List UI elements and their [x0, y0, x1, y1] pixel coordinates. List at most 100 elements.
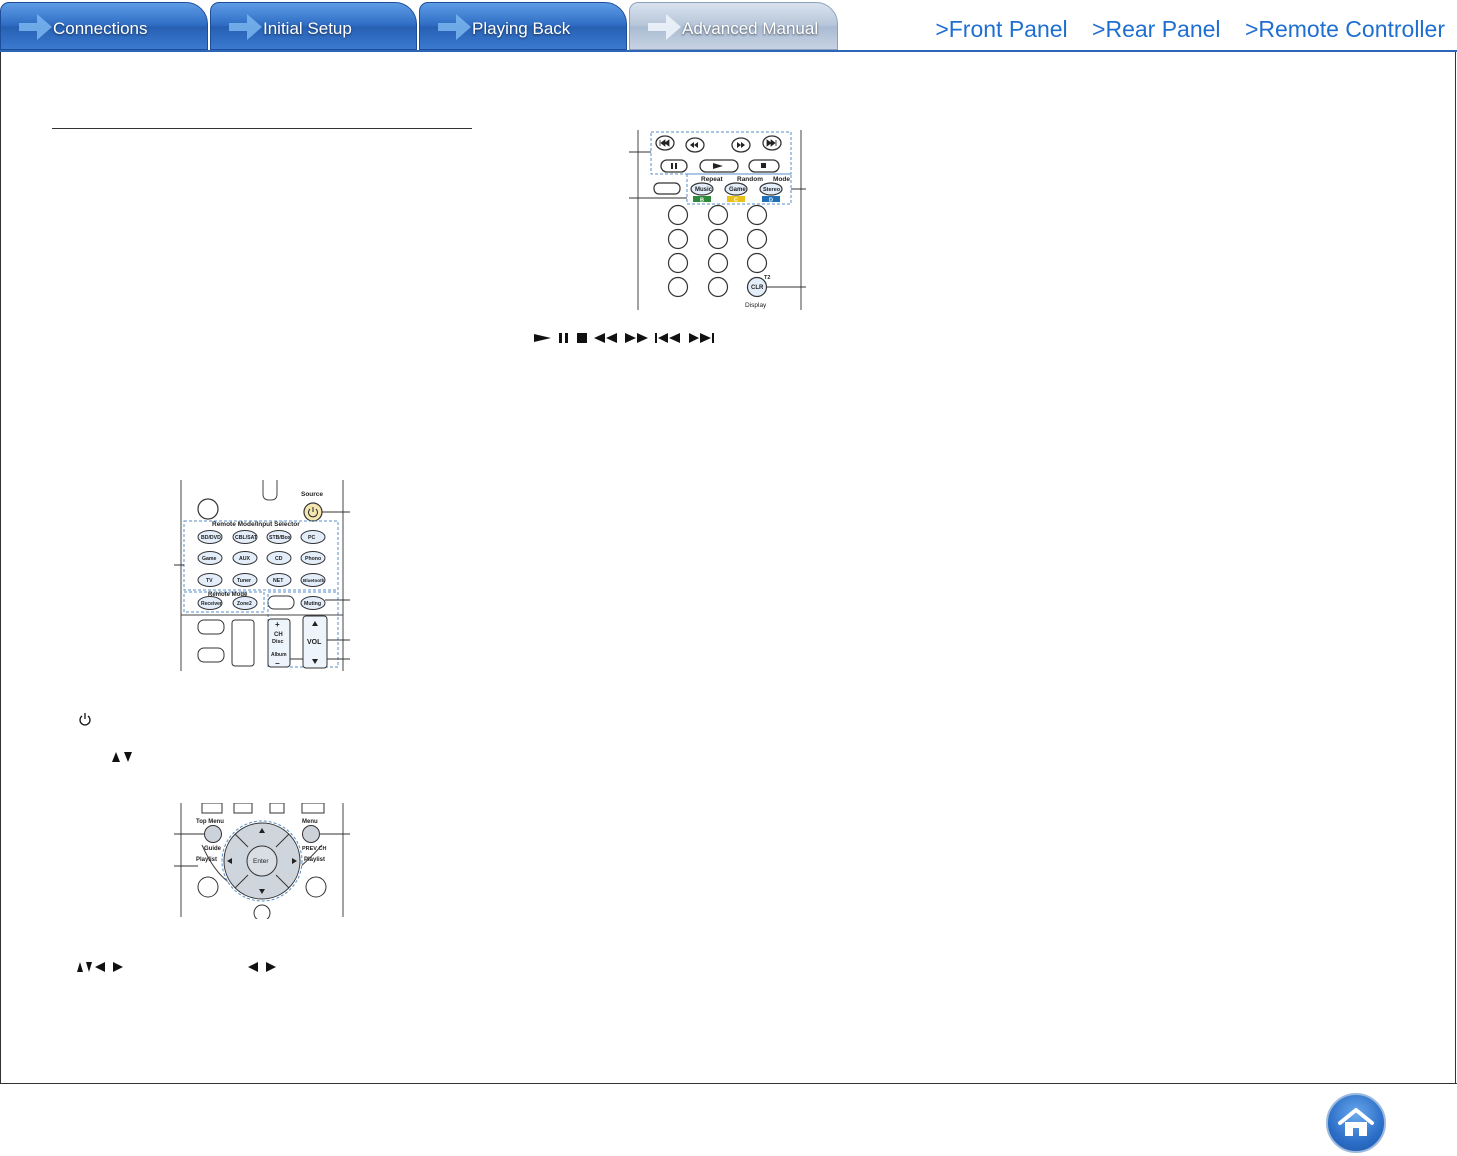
front-panel-link[interactable]: >Front Panel [935, 16, 1067, 42]
svg-text:Disc: Disc [272, 639, 284, 645]
tuner-button[interactable]: Tuner [232, 573, 258, 587]
svg-text:CLR: CLR [751, 285, 764, 291]
receiver-button[interactable]: Receiver [197, 596, 223, 610]
round-button[interactable] [305, 876, 327, 898]
top-menu-button[interactable] [204, 825, 222, 843]
menu-button[interactable] [302, 825, 320, 843]
home-button[interactable] [1326, 1093, 1386, 1153]
svg-text:VOL: VOL [307, 639, 322, 646]
heading-underline [52, 128, 472, 129]
clr-button[interactable]: CLR [746, 276, 768, 298]
blank-button[interactable] [197, 647, 225, 663]
svg-text:Music: Music [695, 187, 713, 193]
arrow-right-icon [648, 14, 681, 40]
menu-label: Menu [302, 819, 318, 825]
cbl-sat-button[interactable]: CBL/SAT [232, 530, 258, 544]
blank-button[interactable] [197, 619, 225, 635]
tab-playing-back[interactable]: Playing Back [419, 2, 627, 50]
remote-controller-link[interactable]: >Remote Controller [1245, 16, 1445, 42]
svg-text:Muting: Muting [304, 601, 321, 607]
pause-icon [559, 333, 568, 343]
svg-text:Zone2: Zone2 [237, 601, 252, 607]
svg-text:PC: PC [308, 535, 315, 541]
tab-initial-setup[interactable]: Initial Setup [210, 2, 417, 50]
arrow-keys-icon [77, 962, 123, 972]
enter-button[interactable]: Enter [246, 845, 278, 877]
aux-button[interactable]: AUX [232, 551, 258, 565]
svg-text:STB/Box: STB/Box [269, 535, 291, 541]
skip-back-button[interactable] [655, 135, 675, 151]
zone2-button[interactable]: Zone2 [232, 596, 258, 610]
panel-links: >Front Panel >Rear Panel >Remote Control… [917, 16, 1445, 43]
game-button[interactable]: Game [724, 182, 748, 196]
stereo-button[interactable]: Stereo [759, 182, 783, 196]
pause-button[interactable] [660, 159, 688, 173]
selector-title: Remote Mode/Input Selector [212, 521, 300, 528]
game-input-button[interactable]: Game [197, 551, 223, 565]
svg-text:−: − [275, 659, 280, 668]
net-button[interactable]: NET [266, 573, 292, 587]
stop-button[interactable] [748, 159, 780, 173]
pc-button[interactable]: PC [300, 530, 326, 544]
playlist-right-label: Playlist [304, 857, 325, 863]
arrow-right-icon [19, 14, 52, 40]
stop-icon [577, 333, 587, 343]
round-button[interactable] [253, 904, 271, 919]
skip-back-icon [655, 333, 680, 343]
fast-forward-button[interactable] [731, 137, 751, 153]
bluetooth-button[interactable]: Bluetooth [300, 573, 326, 587]
rewind-icon [594, 333, 617, 343]
t2-label: T2 [764, 275, 770, 281]
ch-disc-album-rocker[interactable]: + CH Disc Album − [267, 618, 291, 668]
svg-text:+: + [275, 620, 280, 629]
volume-rocker[interactable]: VOL [302, 615, 328, 669]
power-icon [79, 713, 91, 726]
tab-underline [0, 50, 1457, 52]
skip-forward-icon [689, 333, 714, 343]
transport-symbols [533, 332, 717, 344]
svg-text:Stereo: Stereo [763, 187, 781, 193]
svg-text:CBL/SAT: CBL/SAT [235, 535, 258, 541]
random-label: Random [737, 176, 763, 183]
up-down-arrows-icon [112, 752, 132, 762]
tab-label: Playing Back [472, 19, 571, 38]
stb-box-button[interactable]: STB/Box [266, 530, 292, 544]
remote-navigation-figure: Top Menu Guide Playlist Enter Menu PREV … [172, 803, 352, 919]
arrow-right-icon [438, 14, 471, 40]
cd-button[interactable]: CD [266, 551, 292, 565]
left-right-arrows-icon [248, 962, 276, 972]
skip-forward-button[interactable] [762, 135, 782, 151]
round-button[interactable] [197, 498, 219, 520]
svg-text:Tuner: Tuner [237, 578, 251, 584]
rewind-button[interactable] [685, 137, 705, 153]
muting-button[interactable]: Muting [300, 596, 326, 610]
remote-transport-figure: Repeat Random Mode Music Game Stereo B C… [625, 130, 810, 312]
svg-text:Enter: Enter [253, 858, 269, 865]
round-button[interactable] [197, 876, 219, 898]
tv-button[interactable]: TV [197, 573, 223, 587]
svg-text:Phono: Phono [305, 556, 321, 562]
display-label: Display [745, 302, 767, 309]
tab-label: Advanced Manual [682, 19, 819, 38]
repeat-label: Repeat [701, 176, 724, 183]
top-menu-label: Top Menu [196, 819, 224, 825]
tab-label: Connections [53, 19, 148, 38]
content-border-right [1455, 52, 1456, 1084]
music-button[interactable]: Music [690, 182, 714, 196]
svg-text:D: D [769, 198, 773, 204]
mode-label: Mode [773, 176, 790, 183]
blank-button[interactable] [267, 595, 295, 610]
blank-button[interactable] [653, 182, 681, 195]
svg-text:C: C [734, 198, 738, 204]
source-power-button[interactable] [303, 502, 323, 522]
tab-connections[interactable]: Connections [0, 2, 208, 50]
rear-panel-link[interactable]: >Rear Panel [1092, 16, 1221, 42]
play-button[interactable] [699, 159, 739, 173]
svg-text:CH: CH [274, 632, 283, 638]
svg-text:CD: CD [275, 556, 283, 562]
bd-dvd-button[interactable]: BD/DVD [197, 530, 223, 544]
phono-button[interactable]: Phono [300, 551, 326, 565]
svg-text:Receiver: Receiver [201, 601, 222, 607]
tab-advanced-manual[interactable]: Advanced Manual [629, 2, 838, 50]
svg-text:Game: Game [729, 187, 746, 193]
